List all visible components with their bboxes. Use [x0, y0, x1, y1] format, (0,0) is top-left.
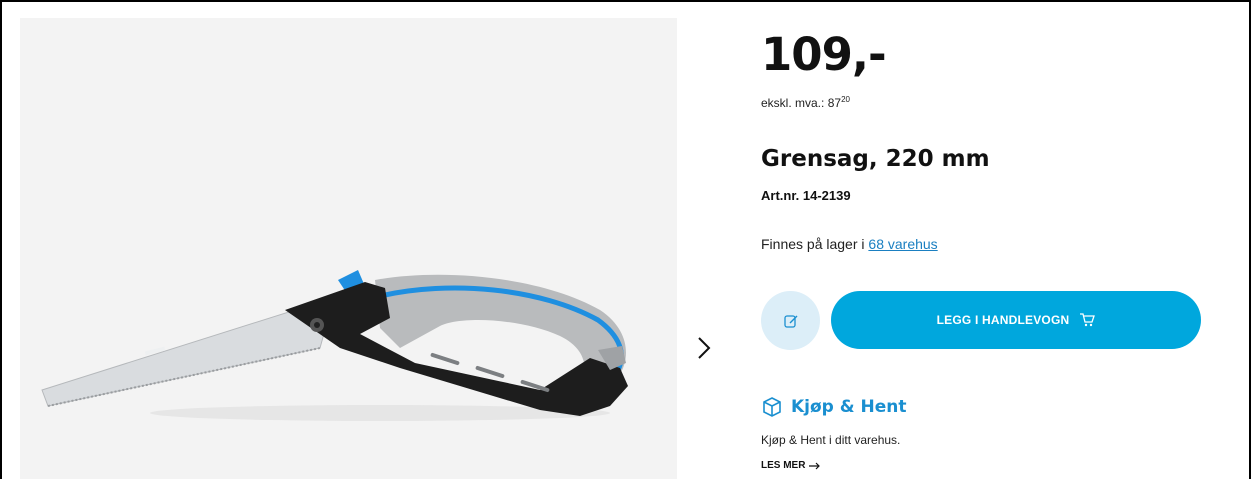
stock-prefix: Finnes på lager i — [761, 236, 865, 252]
price-excl-vat: ekskl. mva.: 8720 — [761, 95, 850, 110]
stock-status: Finnes på lager i 68 varehus — [761, 236, 938, 252]
product-image-saw — [41, 270, 628, 421]
edit-note-icon — [783, 314, 797, 328]
box-icon — [763, 397, 781, 417]
vat-whole: 87 — [827, 96, 842, 110]
product-title: Grensag, 220 mm — [761, 146, 990, 172]
read-more-label: LES MER — [761, 460, 806, 471]
click-collect-title: Kjøp & Hent — [791, 397, 907, 417]
cart-icon — [1080, 313, 1096, 327]
stores-link[interactable]: 68 varehus — [868, 236, 937, 252]
vat-label: ekskl. mva.: — [761, 96, 825, 110]
click-collect-heading: Kjøp & Hent — [761, 396, 907, 418]
read-more-link[interactable]: LES MER — [761, 460, 821, 471]
click-collect-description: Kjøp & Hent i ditt varehus. — [761, 433, 901, 447]
arrow-right-icon — [809, 462, 821, 469]
add-to-cart-label: LEGG I HANDLEVOGN — [936, 313, 1070, 327]
note-button[interactable] — [761, 291, 820, 350]
article-number: Art.nr. 14-2139 — [761, 188, 851, 203]
vat-cents: 20 — [841, 95, 850, 104]
gallery-next-button[interactable] — [692, 334, 716, 362]
product-image-gallery[interactable] — [20, 18, 677, 479]
chevron-right-icon — [698, 337, 711, 359]
add-to-cart-button[interactable]: LEGG I HANDLEVOGN — [831, 291, 1201, 349]
product-price: 109,- — [761, 28, 887, 81]
